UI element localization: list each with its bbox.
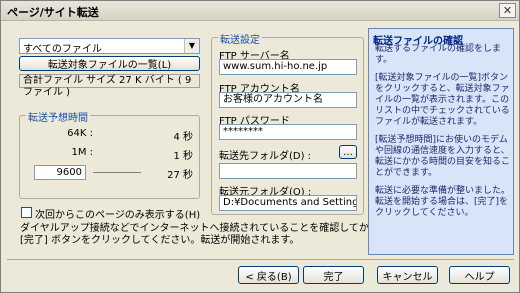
custom-speed-input[interactable]: 9600 [34,165,86,180]
estimate-row-label: 1M : [71,147,93,158]
password-input[interactable]: ******** [219,124,357,140]
estimate-row-time: 1 秒 [173,151,193,162]
divider [93,172,141,173]
browse-button[interactable]: ... [339,145,357,159]
help-paragraph: 転送に必要な準備が整いました。転送を開始する場合は、[完了]をクリックしてくださ… [375,186,511,218]
back-button[interactable]: < 戻る(B) [238,266,299,284]
estimate-legend: 転送予想時間 [26,109,90,124]
dest-folder-label: 転送先フォルダ(D) : [219,151,312,162]
custom-time-value: 27 秒 [167,170,193,181]
account-input[interactable]: お客様のアカウント名 [219,92,357,108]
wizard-window: ページ/サイト転送 ✕ すべてのファイル ▼ 転送対象ファイルの一覧(L) 合計… [0,0,520,293]
total-size-display: 合計ファイル サイズ 27 K バイト ( 9 ファイル ) [19,74,200,98]
help-paragraph: [転送対象ファイルの一覧]ボタンをクリックすると、転送対象ファイルの一覧が表示さ… [375,73,510,127]
cancel-button[interactable]: キャンセル [377,266,438,284]
help-panel: 転送ファイルの確認 転送するファイルの確認をします。 [転送対象ファイルの一覧]… [368,28,514,255]
help-paragraph: 転送するファイルの確認をします。 [375,44,502,65]
instruction-note: ダイヤルアップ接続などでインターネットへ接続されていることを確認してから[完了]… [20,223,379,246]
chevron-down-icon[interactable]: ▼ [184,39,199,53]
title-bar: ページ/サイト転送 ✕ [1,1,519,21]
help-body: 転送するファイルの確認をします。 [転送対象ファイルの一覧]ボタンをクリックする… [375,44,513,226]
file-filter-select[interactable]: すべてのファイル ▼ [19,38,200,55]
estimate-row-time: 4 秒 [173,132,193,143]
dest-folder-input[interactable] [219,163,357,179]
help-button[interactable]: ヘルプ [449,266,510,284]
settings-legend: 転送設定 [218,31,262,46]
show-this-page-checkbox[interactable] [21,207,32,218]
file-filter-value: すべてのファイル [23,44,102,55]
close-icon: ✕ [502,4,513,17]
finish-button[interactable]: 完了 [303,266,364,284]
help-paragraph: [転送予想時間]にお使いのモデムや回線の通信速度を入力すると、転送にかかる時間の… [375,135,511,178]
src-folder-input[interactable]: D:¥Documents and Settings¥t-haih [219,195,357,211]
close-button[interactable]: ✕ [499,3,516,18]
window-title: ページ/サイト転送 [7,6,99,19]
estimate-row-label: 64K : [67,128,93,139]
footer-divider [7,259,514,260]
checkbox-label: 次回からこのページのみ表示する(H) [35,210,201,221]
server-input[interactable]: www.sum.hi-ho.ne.jp [219,59,357,75]
file-list-button[interactable]: 転送対象ファイルの一覧(L) [19,56,200,71]
